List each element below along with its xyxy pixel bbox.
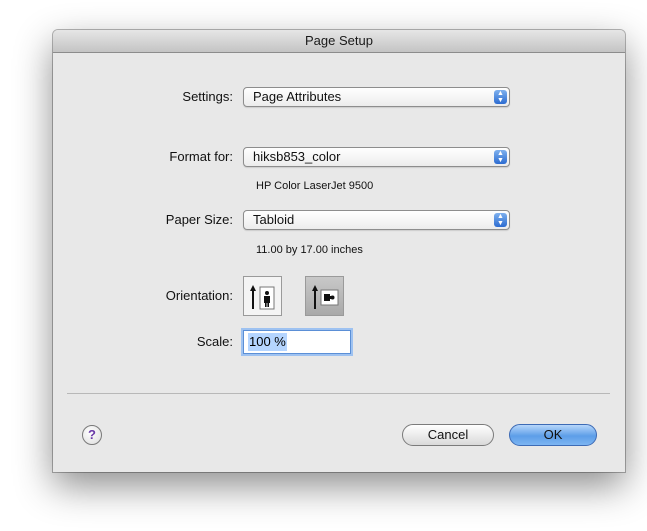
chevron-updown-icon: ▲ ▼	[494, 213, 507, 227]
scale-value: 100 %	[248, 333, 287, 351]
landscape-orientation-icon	[312, 285, 339, 309]
paper-dimensions: 11.00 by 17.00 inches	[256, 244, 363, 256]
format-for-label: Format for:	[169, 149, 233, 164]
divider	[67, 393, 610, 394]
page-setup-dialog: Page Setup Settings: Page Attributes ▲ ▼ …	[53, 30, 625, 472]
chevron-updown-icon: ▲ ▼	[494, 90, 507, 104]
portrait-orientation-icon	[250, 285, 275, 310]
chevron-updown-icon: ▲ ▼	[494, 150, 507, 164]
scale-label: Scale:	[196, 334, 233, 349]
orientation-label: Orientation:	[165, 288, 233, 303]
cancel-button[interactable]: Cancel	[402, 424, 494, 446]
printer-name: HP Color LaserJet 9500	[256, 180, 374, 192]
format-for-value: hiksb853_color	[253, 149, 341, 164]
orientation-landscape-button[interactable]	[305, 276, 344, 316]
settings-label: Settings:	[182, 89, 233, 104]
format-for-popup[interactable]: hiksb853_color ▲ ▼	[243, 147, 510, 167]
window-title: Page Setup	[53, 30, 625, 53]
paper-size-popup[interactable]: Tabloid ▲ ▼	[243, 210, 510, 230]
scale-input[interactable]: 100 %	[243, 330, 351, 354]
settings-value: Page Attributes	[253, 89, 342, 104]
settings-popup[interactable]: Page Attributes ▲ ▼	[243, 87, 510, 107]
paper-size-value: Tabloid	[253, 212, 295, 227]
ok-button[interactable]: OK	[509, 424, 597, 446]
help-button[interactable]: ?	[82, 425, 102, 445]
paper-size-label: Paper Size:	[165, 212, 233, 227]
orientation-portrait-button[interactable]	[243, 276, 282, 316]
